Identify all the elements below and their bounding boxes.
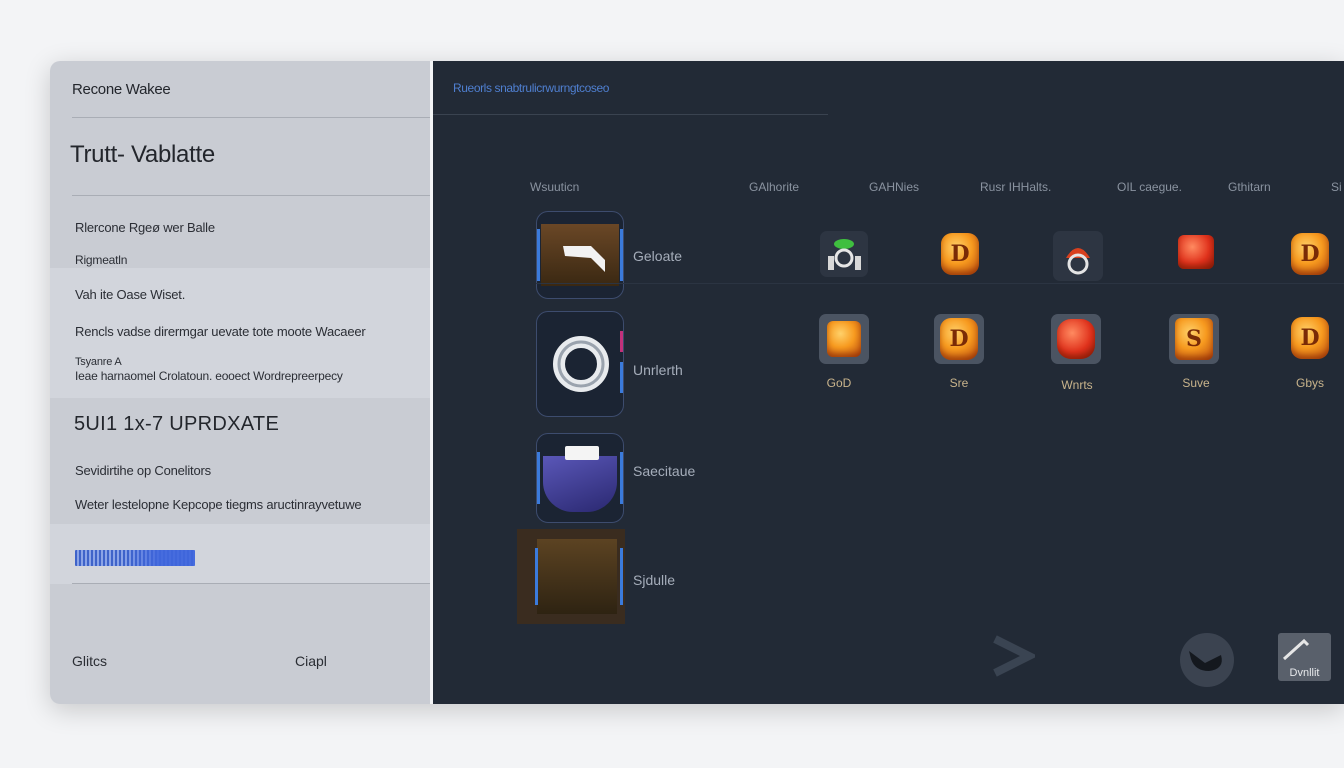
thumbnail-art [537, 539, 617, 614]
column-header[interactable]: Si [1331, 180, 1342, 194]
row-label[interactable]: Saecitaue [633, 463, 695, 479]
accent-bar [620, 330, 623, 352]
column-header[interactable]: GAlhorite [749, 180, 799, 194]
icon-caption: Gbys [1295, 376, 1324, 390]
divider [72, 195, 430, 196]
slash-icon [1282, 638, 1310, 661]
detail-line: Sevidirtihe op Conelitors [75, 463, 211, 478]
accent-bar [620, 451, 623, 505]
thumbnail-art [565, 446, 599, 460]
breadcrumb[interactable]: Rueorls snabtrulicrwurngtcoseo [453, 81, 609, 95]
detail-line: Weter lestelopne Kepcope tiegms aructinr… [75, 497, 362, 512]
update-progress-bar [75, 550, 195, 566]
info-line: Tsyanre A [75, 356, 122, 368]
coin-gem-icon[interactable]: D [935, 229, 985, 279]
accent-bar [620, 361, 623, 394]
ring-icon [553, 336, 609, 392]
brand-label: Recone Wakee [72, 81, 171, 98]
info-line: Ieae harnaomel Crolatoun. eooect Wordrep… [75, 369, 343, 383]
helmet-icon [1066, 248, 1090, 275]
coin-gem-icon[interactable]: D [1285, 229, 1335, 279]
icon-caption: Sre [949, 376, 969, 390]
accent-bar [537, 229, 540, 281]
accent-bar [620, 229, 623, 281]
main-panel: Rueorls snabtrulicrwurngtcoseo Wsuuticn … [433, 61, 1344, 704]
column-header[interactable]: Gthitarn [1228, 180, 1271, 194]
aim-icon [1189, 651, 1222, 671]
icon-caption: GoD [826, 376, 852, 390]
divider [72, 117, 430, 118]
icon-caption: Wnrts [1061, 378, 1093, 392]
info-line: Rigmeatln [75, 253, 128, 267]
column-header[interactable]: Wsuuticn [530, 180, 579, 194]
arrow-icon [563, 246, 605, 272]
red-gem-icon[interactable] [1171, 227, 1221, 277]
row-divider [536, 283, 1344, 284]
thumbnail-art [543, 456, 617, 512]
header-divider [433, 114, 828, 115]
column-header[interactable]: GAHNies [869, 180, 919, 194]
controller-box-label: Dvnllit [1289, 667, 1320, 679]
accent-bar [535, 548, 538, 605]
row-thumbnail[interactable] [536, 211, 624, 299]
row-label[interactable]: Geloate [633, 248, 682, 264]
coin-gem-icon[interactable]: D [1285, 313, 1335, 363]
controller-box[interactable]: Dvnllit [1278, 633, 1331, 681]
footer-right-button[interactable]: Ciapl [295, 653, 327, 669]
row-thumbnail[interactable] [517, 529, 625, 624]
sidebar: Recone Wakee Trutt- Vablatte Rlercone Rg… [50, 61, 430, 704]
row-thumbnail[interactable] [536, 433, 624, 523]
info-line: Rlercone Rgeø wer Balle [75, 220, 215, 235]
progress-fill [75, 550, 195, 566]
fire-gem-icon[interactable]: S [1169, 314, 1219, 364]
info-line: Vah ite Oase Wiset. [75, 287, 186, 302]
divider [72, 583, 430, 584]
accent-bar [620, 548, 623, 605]
alien-icon[interactable] [820, 231, 868, 277]
row-label[interactable]: Unrlerth [633, 362, 683, 378]
alien-icon [828, 239, 861, 270]
info-line: Rencls vadse dirermgar uevate tote moote… [75, 324, 366, 339]
section-title: 5UI1 1x-7 UPRDXATE [74, 413, 280, 435]
red-beast-icon[interactable] [1051, 314, 1101, 364]
row-label[interactable]: Sjdulle [633, 572, 675, 588]
aim-button[interactable] [1180, 633, 1234, 687]
row-thumbnail[interactable] [536, 311, 624, 417]
chevron-right-icon[interactable] [983, 635, 1038, 686]
column-header[interactable]: Rusr IHHalts. [980, 180, 1051, 194]
coin-gem-icon[interactable]: D [934, 314, 984, 364]
helmet-icon[interactable] [1053, 231, 1103, 281]
footer-left-button[interactable]: Glitcs [72, 653, 107, 669]
page-title: Trutt- Vablatte [70, 141, 215, 168]
chevron-right-icon [993, 635, 1038, 677]
icon-caption: Suve [1182, 376, 1210, 390]
app-window: Recone Wakee Trutt- Vablatte Rlercone Rg… [50, 61, 1344, 704]
accent-bar [537, 451, 540, 505]
column-header[interactable]: OIL caegue. [1117, 180, 1182, 194]
orange-block-icon[interactable] [819, 314, 869, 364]
